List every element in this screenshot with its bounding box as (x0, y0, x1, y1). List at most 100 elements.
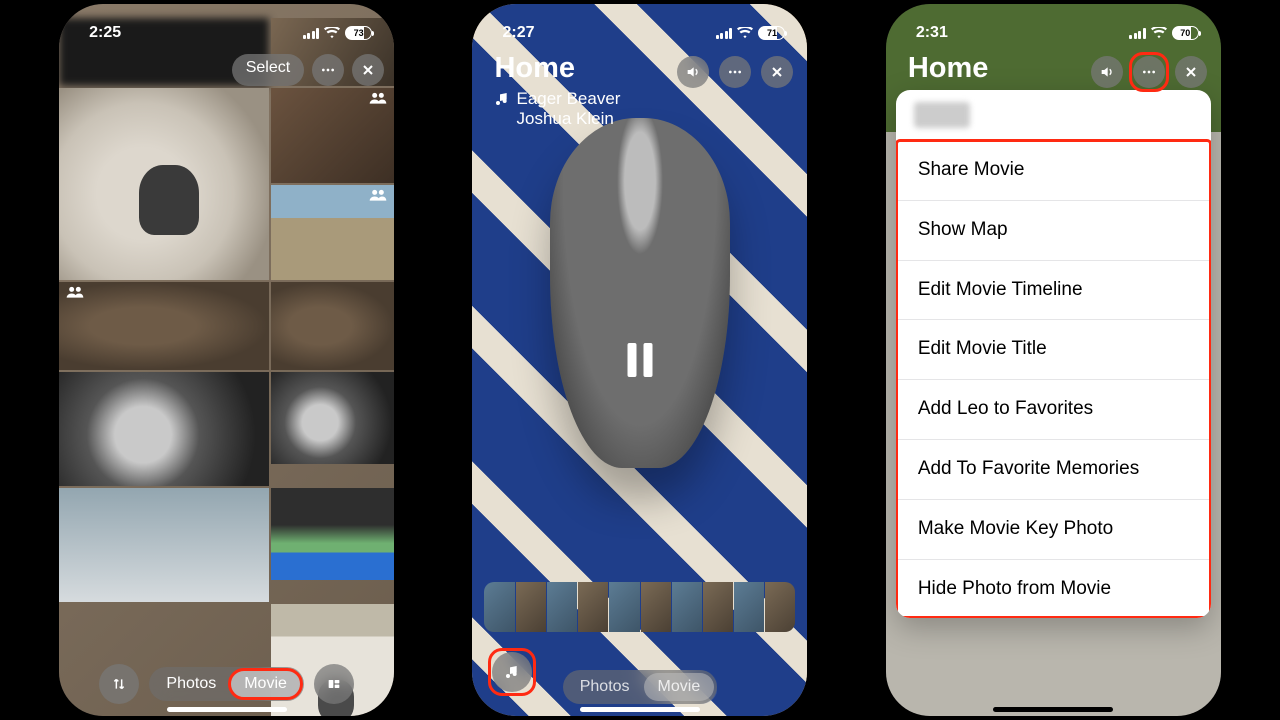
cellular-signal-icon (716, 28, 733, 39)
tab-movie[interactable]: Movie (644, 673, 715, 701)
filmstrip-frame[interactable] (516, 582, 546, 632)
view-mode-segmented-control[interactable]: Photos Movie (563, 670, 718, 704)
grid-layout-button[interactable] (314, 664, 354, 704)
photo-thumbnail[interactable] (271, 282, 394, 370)
wifi-icon (737, 27, 753, 39)
speaker-icon (685, 64, 701, 80)
screenshot-2-movie-playing: 2:27 71 Home Eager Beaver Joshua Klein (472, 4, 807, 716)
menu-header (896, 90, 1211, 140)
view-mode-segmented-control[interactable]: Photos Movie (149, 667, 304, 701)
status-bar: 2:27 71 (472, 4, 807, 54)
ellipsis-icon (727, 64, 743, 80)
now-playing: Eager Beaver (494, 89, 785, 109)
status-right: 70 (1129, 26, 1199, 40)
pause-icon (627, 343, 636, 377)
close-icon (1183, 64, 1199, 80)
status-time: 2:27 (502, 24, 534, 42)
status-right: 73 (303, 26, 373, 40)
movie-subject (550, 118, 730, 468)
filmstrip-frame[interactable] (484, 582, 514, 632)
screenshot-3-context-menu: 2:31 70 Home Share Movie Show Map Edit (886, 4, 1221, 716)
battery-icon: 70 (1172, 26, 1199, 40)
status-right: 71 (716, 26, 786, 40)
status-bar: 2:31 70 (886, 4, 1221, 54)
close-icon (769, 64, 785, 80)
filmstrip-frame[interactable] (703, 582, 733, 632)
speaker-icon (1099, 64, 1115, 80)
menu-item-hide-photo[interactable]: Hide Photo from Movie (896, 559, 1211, 619)
people-badge-icon (368, 189, 388, 201)
menu-item-show-map[interactable]: Show Map (896, 200, 1211, 260)
ellipsis-icon (1141, 64, 1157, 80)
close-button[interactable] (1175, 56, 1207, 88)
filmstrip-frame[interactable] (672, 582, 702, 632)
pause-button[interactable] (627, 343, 652, 377)
sort-button[interactable] (99, 664, 139, 704)
menu-item-share-movie[interactable]: Share Movie (896, 140, 1211, 200)
bottom-toolbar: Photos Movie (472, 670, 807, 704)
photo-thumbnail[interactable] (59, 88, 269, 280)
more-button-highlight (1133, 56, 1165, 88)
mute-button[interactable] (1091, 56, 1123, 88)
photo-grid: 0:17 (59, 18, 394, 716)
context-menu: Share Movie Show Map Edit Movie Timeline… (896, 90, 1211, 618)
cellular-signal-icon (1129, 28, 1146, 39)
menu-item-edit-title[interactable]: Edit Movie Title (896, 319, 1211, 379)
close-icon (360, 62, 376, 78)
top-action-buttons (677, 56, 793, 88)
filmstrip-frame[interactable] (641, 582, 671, 632)
status-time: 2:25 (89, 24, 121, 42)
mute-button[interactable] (677, 56, 709, 88)
wifi-icon (324, 27, 340, 39)
home-indicator[interactable] (993, 707, 1113, 712)
photo-thumbnail[interactable] (271, 185, 394, 280)
close-button[interactable] (352, 54, 384, 86)
menu-item-key-photo[interactable]: Make Movie Key Photo (896, 499, 1211, 559)
photo-thumbnail[interactable] (59, 372, 269, 486)
home-indicator[interactable] (580, 707, 700, 712)
screenshot-1-photo-grid: 0:17 2:25 73 Select Photos Movie (59, 4, 394, 716)
home-indicator[interactable] (167, 707, 287, 712)
music-note-icon (494, 91, 510, 107)
top-action-buttons: Select (232, 54, 384, 86)
more-button[interactable] (1133, 56, 1165, 88)
battery-icon: 73 (345, 26, 372, 40)
top-action-buttons (1091, 56, 1207, 88)
bottom-toolbar: Photos Movie (59, 664, 394, 704)
photo-thumbnail[interactable] (59, 488, 269, 602)
movie-title: Home (908, 52, 989, 85)
photo-thumbnail[interactable] (271, 488, 394, 580)
song-title: Eager Beaver (516, 89, 620, 109)
filmstrip-frame[interactable] (578, 582, 608, 632)
menu-items-highlight: Share Movie Show Map Edit Movie Timeline… (896, 140, 1211, 618)
movie-filmstrip[interactable] (484, 582, 795, 632)
tab-photos[interactable]: Photos (566, 673, 644, 701)
tab-photos[interactable]: Photos (152, 670, 230, 698)
battery-icon: 71 (758, 26, 785, 40)
menu-header-redacted (914, 102, 970, 128)
close-button[interactable] (761, 56, 793, 88)
movie-header: Home (908, 52, 989, 85)
people-badge-icon (368, 92, 388, 104)
ellipsis-icon (320, 62, 336, 78)
select-button[interactable]: Select (232, 54, 304, 86)
filmstrip-frame[interactable] (734, 582, 764, 632)
cellular-signal-icon (303, 28, 320, 39)
menu-item-add-favorites[interactable]: Add Leo to Favorites (896, 379, 1211, 439)
filmstrip-frame[interactable] (609, 582, 639, 632)
photo-thumbnail[interactable] (271, 88, 394, 183)
tab-movie[interactable]: Movie (230, 670, 301, 698)
photo-thumbnail[interactable] (59, 282, 269, 370)
song-artist: Joshua Klein (516, 109, 785, 129)
status-bar: 2:25 73 (59, 4, 394, 54)
more-button[interactable] (312, 54, 344, 86)
more-button[interactable] (719, 56, 751, 88)
filmstrip-frame[interactable] (547, 582, 577, 632)
filmstrip-frame[interactable] (765, 582, 795, 632)
menu-item-edit-timeline[interactable]: Edit Movie Timeline (896, 260, 1211, 320)
grid-layout-icon (326, 676, 342, 692)
sort-arrows-icon (111, 676, 127, 692)
status-time: 2:31 (916, 24, 948, 42)
photo-thumbnail[interactable] (271, 372, 394, 464)
menu-item-add-favorite-memories[interactable]: Add To Favorite Memories (896, 439, 1211, 499)
